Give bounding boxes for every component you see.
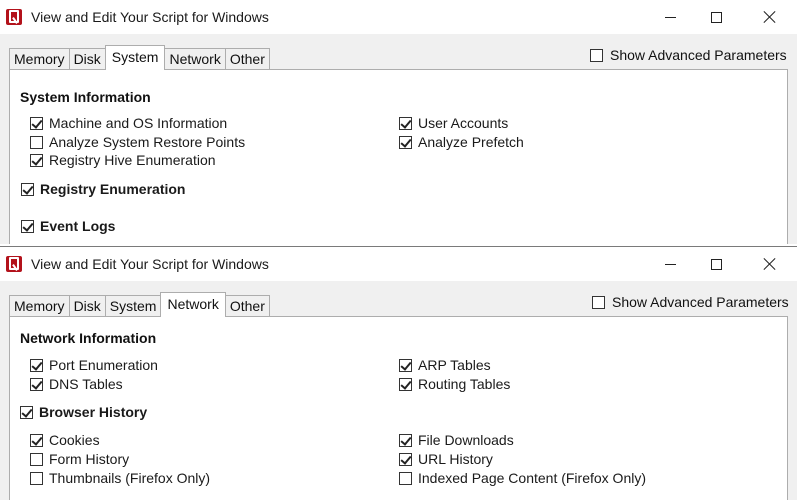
- window-body: Memory Disk System Network Other Show Ad…: [0, 34, 797, 244]
- checkbox[interactable]: [30, 433, 43, 447]
- checkbox[interactable]: [399, 471, 412, 485]
- tab-system[interactable]: System: [104, 45, 166, 70]
- show-advanced-parameters[interactable]: Show Advanced Parameters: [590, 47, 787, 63]
- option-thumbnails[interactable]: Thumbnails (Firefox Only): [30, 470, 210, 486]
- maximize-icon: [710, 11, 722, 23]
- option-registry-enumeration[interactable]: Registry Enumeration: [21, 181, 185, 197]
- option-label: Registry Hive Enumeration: [49, 152, 216, 168]
- option-label: ARP Tables: [418, 357, 491, 373]
- option-event-logs[interactable]: Event Logs: [21, 218, 115, 234]
- script-window-network: View and Edit Your Script for Windows Me…: [0, 246, 797, 500]
- close-button[interactable]: [747, 247, 793, 281]
- show-advanced-label: Show Advanced Parameters: [612, 294, 789, 310]
- option-routing-tables[interactable]: Routing Tables: [399, 376, 510, 392]
- minimize-icon: [664, 16, 676, 18]
- window-title: View and Edit Your Script for Windows: [31, 256, 269, 272]
- option-label: Cookies: [49, 432, 100, 448]
- option-label: File Downloads: [418, 432, 514, 448]
- option-label: User Accounts: [418, 115, 509, 131]
- option-port-enumeration[interactable]: Port Enumeration: [30, 357, 158, 373]
- checkbox[interactable]: [20, 405, 33, 419]
- minimize-button[interactable]: [647, 0, 693, 34]
- tab-bar: Memory Disk System Network Other: [9, 292, 270, 317]
- checkbox[interactable]: [30, 452, 43, 466]
- option-browser-history[interactable]: Browser History: [20, 404, 147, 420]
- checkbox[interactable]: [30, 471, 43, 485]
- tab-disk[interactable]: Disk: [68, 48, 106, 70]
- option-label: Port Enumeration: [49, 357, 158, 373]
- checkbox[interactable]: [399, 116, 412, 130]
- tab-disk[interactable]: Disk: [68, 295, 106, 317]
- option-label: Machine and OS Information: [49, 115, 228, 131]
- title-bar[interactable]: View and Edit Your Script for Windows: [0, 247, 797, 281]
- tab-panel-network: Network Information Port Enumeration DNS…: [9, 316, 788, 500]
- show-advanced-checkbox[interactable]: [592, 295, 605, 309]
- tab-bar: Memory Disk System Network Other: [9, 45, 270, 70]
- checkbox[interactable]: [30, 377, 43, 391]
- tab-memory[interactable]: Memory: [9, 48, 70, 70]
- window-title: View and Edit Your Script for Windows: [31, 9, 269, 25]
- checkbox[interactable]: [399, 377, 412, 391]
- maximize-button[interactable]: [693, 247, 739, 281]
- checkbox[interactable]: [399, 433, 412, 447]
- minimize-icon: [664, 263, 676, 265]
- option-analyze-system-restore-points[interactable]: Analyze System Restore Points: [30, 134, 245, 150]
- option-label: Event Logs: [40, 218, 116, 234]
- tab-network[interactable]: Network: [160, 292, 226, 317]
- option-label: Thumbnails (Firefox Only): [49, 470, 211, 486]
- option-cookies[interactable]: Cookies: [30, 432, 100, 448]
- window-body: Memory Disk System Network Other Show Ad…: [0, 281, 797, 500]
- option-label: URL History: [418, 451, 493, 467]
- option-file-downloads[interactable]: File Downloads: [399, 432, 514, 448]
- show-advanced-checkbox[interactable]: [590, 48, 603, 62]
- close-icon: [763, 257, 777, 271]
- show-advanced-parameters[interactable]: Show Advanced Parameters: [592, 294, 789, 310]
- tab-panel-system: System Information Machine and OS Inform…: [9, 69, 788, 244]
- option-label: Indexed Page Content (Firefox Only): [418, 470, 647, 486]
- option-label: Analyze System Restore Points: [49, 134, 246, 150]
- tab-system[interactable]: System: [104, 295, 162, 317]
- checkbox[interactable]: [21, 182, 34, 196]
- app-logo-icon: [6, 9, 22, 25]
- checkbox[interactable]: [30, 135, 43, 149]
- checkbox[interactable]: [399, 135, 412, 149]
- option-form-history[interactable]: Form History: [30, 451, 129, 467]
- close-button[interactable]: [747, 0, 793, 34]
- tab-other[interactable]: Other: [224, 295, 270, 317]
- close-icon: [763, 10, 777, 24]
- script-window-system: View and Edit Your Script for Windows Me…: [0, 0, 797, 244]
- option-indexed-page-content[interactable]: Indexed Page Content (Firefox Only): [399, 470, 646, 486]
- tab-network[interactable]: Network: [164, 48, 226, 70]
- option-registry-hive-enumeration[interactable]: Registry Hive Enumeration: [30, 152, 216, 168]
- checkbox[interactable]: [399, 358, 412, 372]
- app-logo-icon: [6, 256, 22, 272]
- tab-memory[interactable]: Memory: [9, 295, 70, 317]
- option-label: DNS Tables: [49, 376, 123, 392]
- option-user-accounts[interactable]: User Accounts: [399, 115, 508, 131]
- option-analyze-prefetch[interactable]: Analyze Prefetch: [399, 134, 524, 150]
- option-label: Analyze Prefetch: [418, 134, 524, 150]
- checkbox[interactable]: [30, 358, 43, 372]
- section-title-network-information: Network Information: [20, 330, 157, 346]
- option-label: Routing Tables: [418, 376, 511, 392]
- maximize-button[interactable]: [693, 0, 739, 34]
- title-bar[interactable]: View and Edit Your Script for Windows: [0, 0, 797, 34]
- checkbox[interactable]: [30, 116, 43, 130]
- minimize-button[interactable]: [647, 247, 693, 281]
- checkbox[interactable]: [21, 219, 34, 233]
- option-label: Browser History: [39, 404, 148, 420]
- option-arp-tables[interactable]: ARP Tables: [399, 357, 491, 373]
- checkbox[interactable]: [399, 452, 412, 466]
- option-url-history[interactable]: URL History: [399, 451, 493, 467]
- tab-other[interactable]: Other: [224, 48, 270, 70]
- section-title-system-information: System Information: [20, 89, 151, 105]
- maximize-icon: [710, 258, 722, 270]
- option-machine-os-information[interactable]: Machine and OS Information: [30, 115, 227, 131]
- checkbox[interactable]: [30, 153, 43, 167]
- show-advanced-label: Show Advanced Parameters: [610, 47, 787, 63]
- option-label: Form History: [49, 451, 130, 467]
- option-label: Registry Enumeration: [40, 181, 186, 197]
- option-dns-tables[interactable]: DNS Tables: [30, 376, 123, 392]
